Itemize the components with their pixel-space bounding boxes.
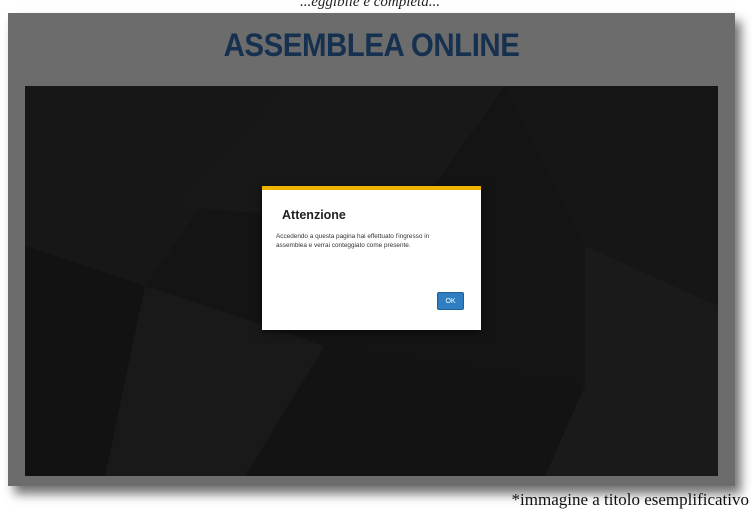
attention-dialog: Attenzione Accedendo a questa pagina hai… xyxy=(262,186,481,330)
app-title: ASSEMBLEA ONLINE xyxy=(223,27,520,63)
app-window: ASSEMBLEA ONLINE Attenzione Accedendo a … xyxy=(8,13,735,486)
screenshot-stage: ...eggibile e completa... ASSEMBLEA ONLI… xyxy=(0,0,753,514)
example-image-caption: *immagine a titolo esemplificativo xyxy=(511,490,749,509)
dialog-title: Attenzione xyxy=(282,208,346,222)
dialog-message: Accedendo a questa pagina hai effettuato… xyxy=(276,233,430,249)
top-caption-fragment: ...eggibile e completa... xyxy=(300,0,440,10)
dimmed-overlay-screen: Attenzione Accedendo a questa pagina hai… xyxy=(25,86,718,476)
ok-button[interactable]: OK xyxy=(437,292,464,310)
